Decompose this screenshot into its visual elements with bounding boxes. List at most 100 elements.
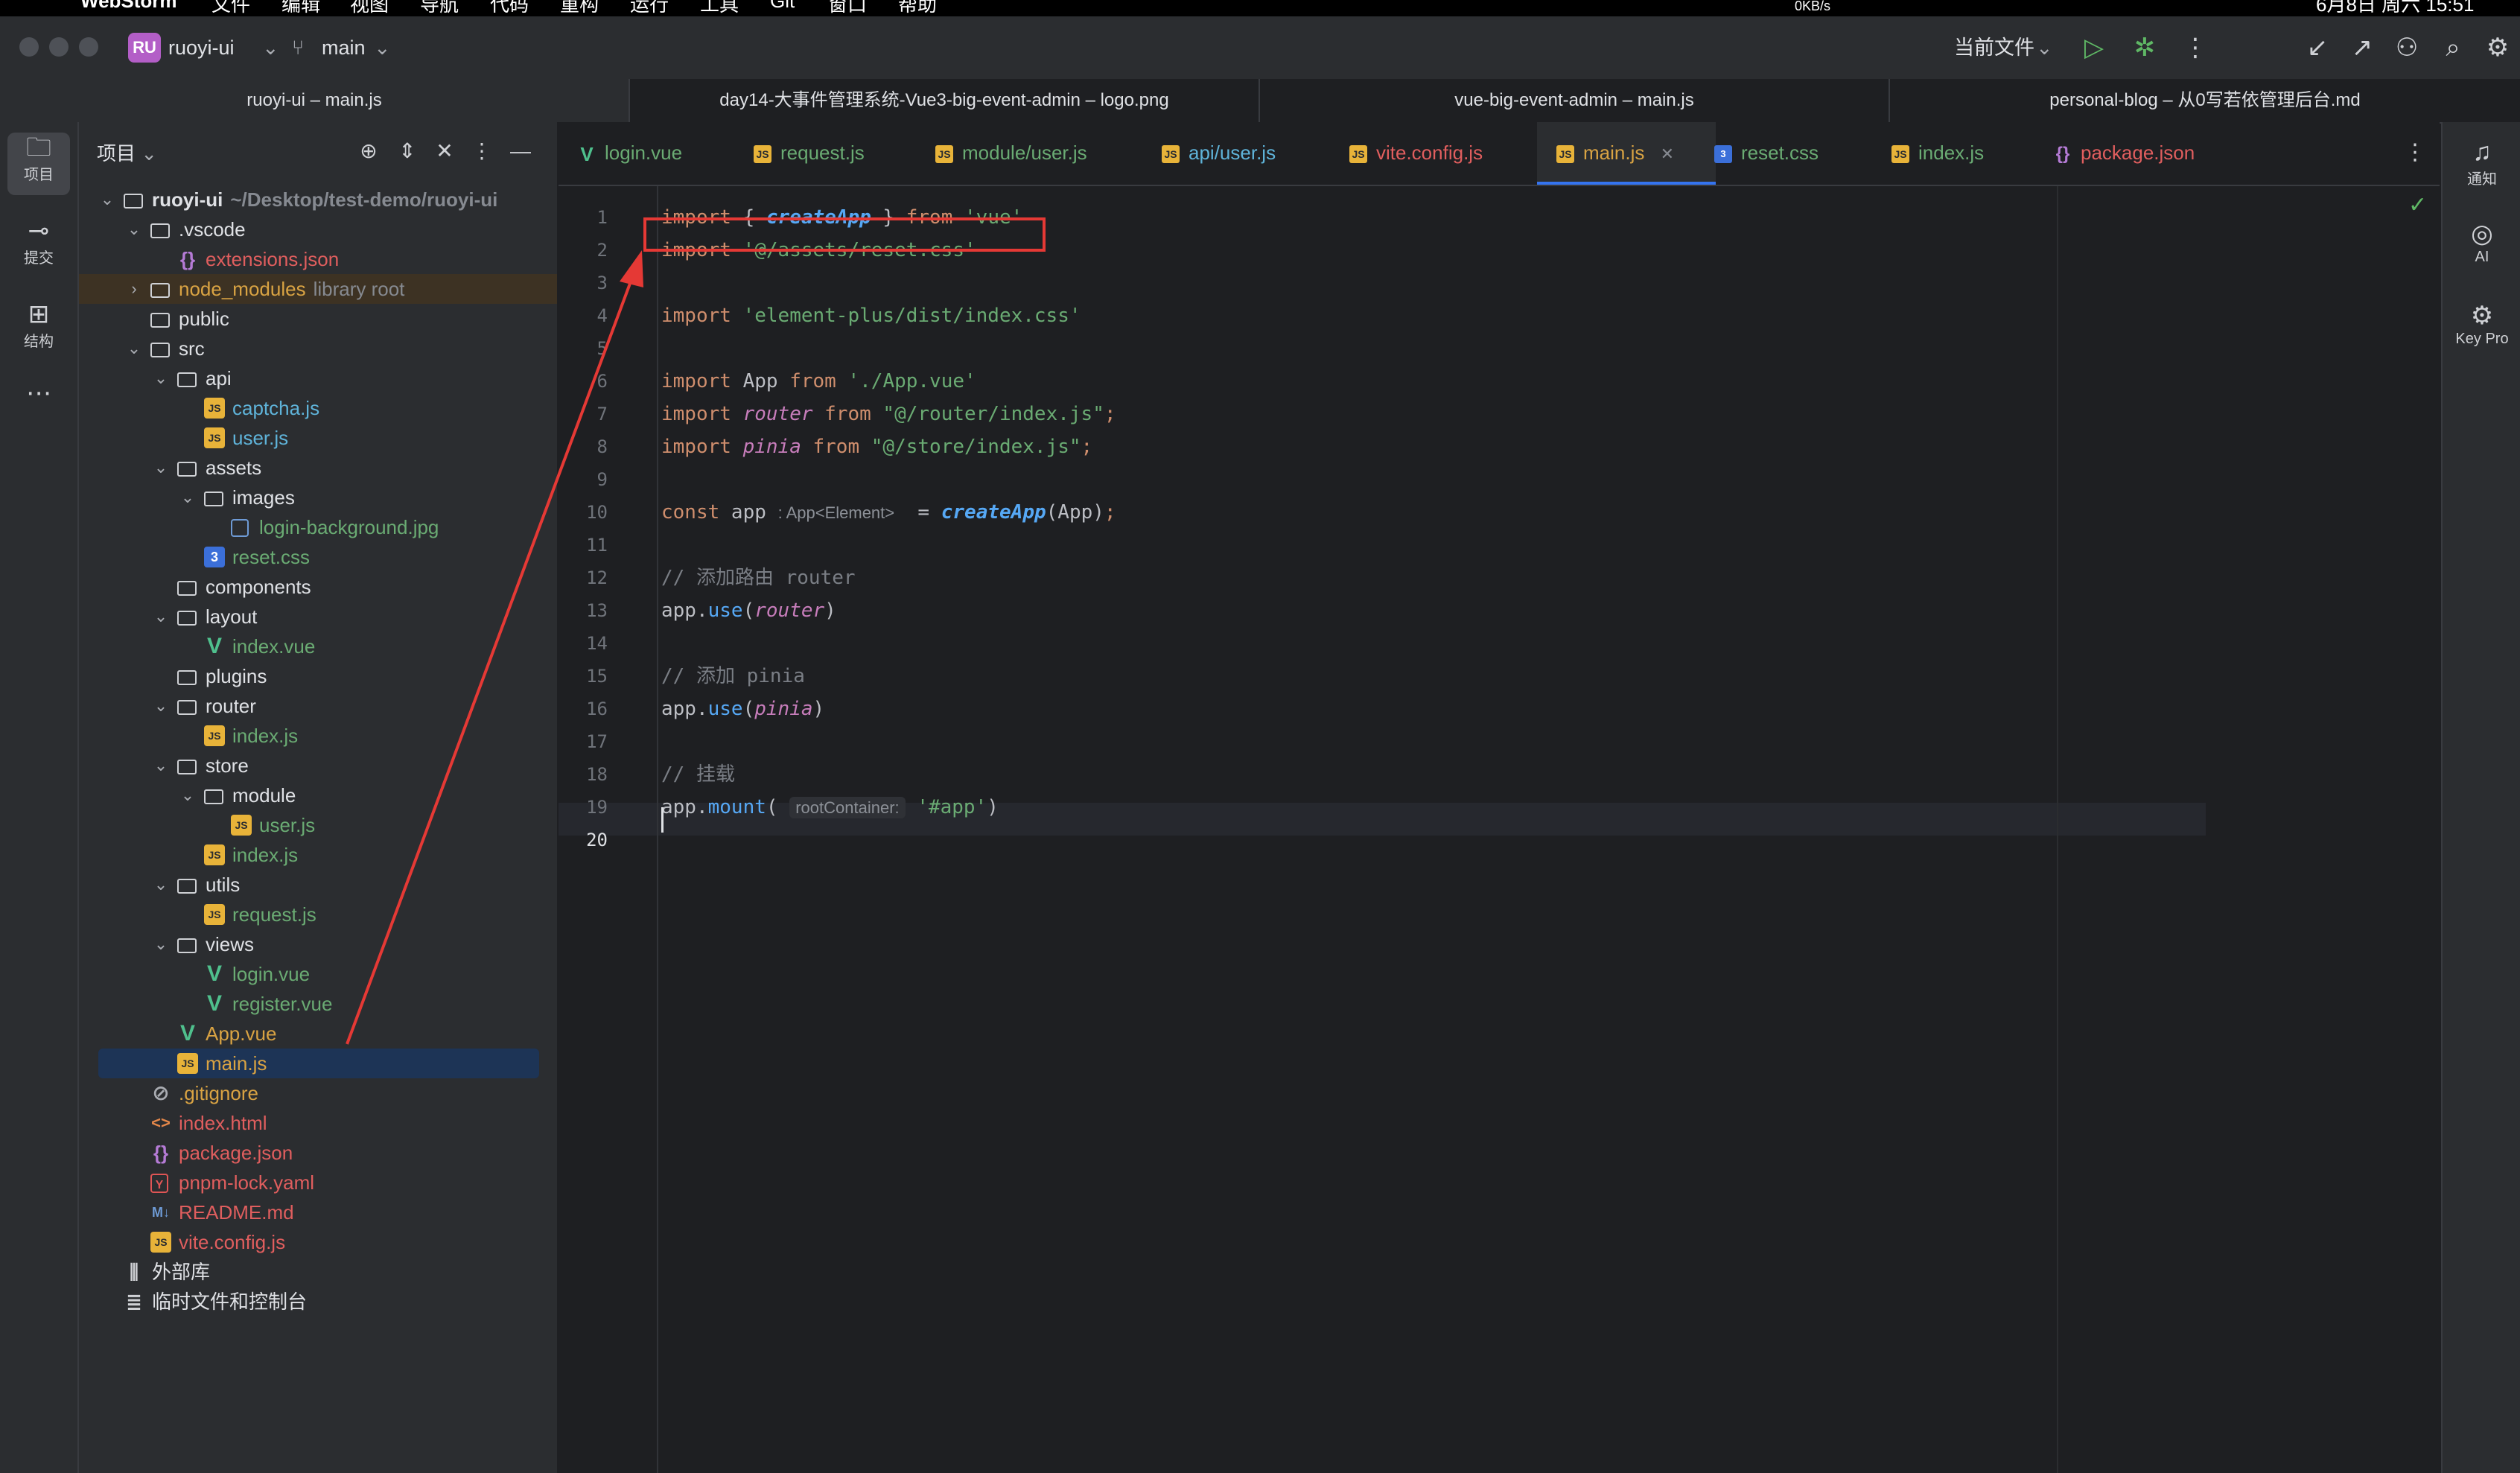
tree-file-row[interactable]: public [79,304,557,334]
tree-folder-row[interactable]: ⌄ router [79,691,557,721]
line-number[interactable]: 13 [559,594,608,627]
zoom-window-button[interactable] [79,37,98,57]
tree-folder-row[interactable]: › node_modules library root [79,274,557,304]
menu-navigate[interactable]: 导航 [420,0,459,16]
chevron-down-icon[interactable]: ⌄ [152,602,170,631]
editor-tab-api-user-js[interactable]: JS api/user.js [1162,122,1276,185]
tree-file-row[interactable]: plugins [79,661,557,691]
line-number-gutter[interactable]: 1 2 3 4 5 6 7 8 9 10 11 12 13 14 15 16 17 18 19 20 [559,186,658,1473]
chevron-down-icon[interactable]: ⌄ [152,363,170,393]
menu-file[interactable]: 文件 [211,0,250,16]
tree-folder-row[interactable]: ⌄ module [79,780,557,810]
chevron-down-icon[interactable]: ⌄ [152,453,170,483]
line-number[interactable]: 8 [559,430,608,463]
line-number[interactable]: 5 [559,332,608,365]
tree-file-row[interactable]: 3 reset.css [79,542,557,572]
tree-folder-row[interactable]: ⌄ ruoyi-ui ~/Desktop/test-demo/ruoyi-ui [79,185,557,214]
line-number[interactable]: 2 [559,234,608,267]
window-tab-personal-blog[interactable]: personal-blog – 从0写若依管理后台.md [1890,79,2520,122]
menu-tools[interactable]: 工具 [700,0,739,16]
tree-file-row[interactable]: JS request.js [79,900,557,929]
run-icon[interactable]: ▷ [2079,33,2109,63]
menu-app-name[interactable]: WebStorm [80,0,177,13]
tree-file-row[interactable]: ⊘ .gitignore [79,1078,557,1108]
no-problems-check-icon[interactable]: ✓ [2408,192,2427,218]
line-number[interactable]: 10 [559,496,608,529]
code-line-18[interactable]: // 挂载 [661,758,735,791]
run-config-selector[interactable]: 当前文件 [1954,34,2034,61]
tree-folder-row[interactable]: ⌄ src [79,334,557,363]
line-number[interactable]: 4 [559,299,608,332]
debug-icon[interactable]: ✲ [2130,33,2160,63]
tree-file-row[interactable]: JS user.js [79,423,557,453]
minimize-window-button[interactable] [49,37,69,57]
tree-file-row[interactable]: Vregister.vue [79,989,557,1019]
tree-file-row[interactable]: ⫼ 外部库 [79,1257,557,1287]
menu-window[interactable]: 窗口 [828,0,867,16]
tree-file-row[interactable]: JS vite.config.js [79,1227,557,1257]
editor-tab-package-json[interactable]: {} package.json [2054,122,2195,185]
code-line-10[interactable]: const app : App<Element> = createApp(App… [661,496,1116,529]
tree-file-row[interactable]: JS user.js [79,810,557,840]
menu-code[interactable]: 代码 [490,0,529,16]
code-editor[interactable]: 1 2 3 4 5 6 7 8 9 10 11 12 13 14 15 16 17 18 19 20 ✓ import… [559,186,2440,1473]
line-number[interactable]: 11 [559,529,608,561]
chevron-down-icon[interactable]: ⌄ [152,751,170,780]
menu-clock[interactable]: 6月8日 周六 15:51 [2316,0,2474,16]
notifications-button[interactable]: ♫ 通知 [2443,137,2520,188]
search-icon[interactable]: ⌕ [2438,33,2468,63]
line-number[interactable]: 3 [559,267,608,299]
close-tab-icon[interactable]: ✕ [1661,144,1674,163]
chevron-down-icon[interactable]: ⌄ [152,691,170,721]
code-line-4[interactable]: import 'element-plus/dist/index.css' [661,299,1081,332]
code-line-13[interactable]: app.use(router) [661,594,836,627]
project-switcher[interactable]: ruoyi-ui [168,34,235,61]
line-number[interactable]: 6 [559,365,608,398]
tree-file-row[interactable]: Vlogin.vue [79,959,557,989]
tree-file-row[interactable]: JS main.js [79,1049,557,1078]
code-line-12[interactable]: // 添加路由 router [661,561,856,594]
project-badge[interactable]: RU [128,33,161,63]
code-line-15[interactable]: // 添加 pinia [661,660,805,693]
editor-tab-vite-config-js[interactable]: JS vite.config.js [1349,122,1483,185]
tree-file-row[interactable]: ≣ 临时文件和控制台 [79,1287,557,1317]
window-tab-ruoyi-ui[interactable]: ruoyi-ui – main.js [0,79,630,122]
menu-help[interactable]: 帮助 [898,0,937,16]
tree-folder-row[interactable]: ⌄ .vscode [79,214,557,244]
key-promoter-button[interactable]: ⚙ Key Pro [2443,301,2520,348]
update-project-icon[interactable]: ↙ [2303,33,2332,63]
window-tab-vue-big-event-admin[interactable]: vue-big-event-admin – main.js [1260,79,1890,122]
tree-folder-row[interactable]: ⌄ views [79,929,557,959]
tree-file-row[interactable]: login-background.jpg [79,512,557,542]
tree-file-row[interactable]: V App.vue [79,1019,557,1049]
tool-more-button[interactable]: ⋯ [7,378,70,416]
line-number[interactable]: 20 [559,824,608,856]
tree-folder-row[interactable]: ⌄ layout [79,602,557,631]
chevron-down-icon[interactable]: ⌄ [152,929,170,959]
tree-file-row[interactable]: components [79,572,557,602]
editor-tab-module-user-js[interactable]: JS module/user.js [935,122,1087,185]
settings-gear-icon[interactable]: ⚙ [2483,33,2513,63]
line-number[interactable]: 15 [559,660,608,693]
chevron-down-icon[interactable]: ⌄ [125,334,143,363]
tree-file-row[interactable]: {} extensions.json [79,244,557,274]
code-line-19[interactable]: app.mount( rootContainer: '#app') [661,791,999,824]
tree-folder-row[interactable]: ⌄ images [79,483,557,512]
editor-tab-request-js[interactable]: JS request.js [754,122,865,185]
line-number[interactable]: 17 [559,725,608,758]
line-number[interactable]: 12 [559,561,608,594]
menu-view[interactable]: 视图 [350,0,389,16]
editor-tab-login-vue[interactable]: Vlogin.vue [578,122,682,185]
code-line-16[interactable]: app.use(pinia) [661,693,824,725]
line-number[interactable]: 1 [559,201,608,234]
tree-folder-row[interactable]: ⌄ assets [79,453,557,483]
tool-commit-button[interactable]: ⊸ 提交 [7,216,70,279]
tree-file-row[interactable]: M↓ README.md [79,1197,557,1227]
tree-file-row[interactable]: JS captcha.js [79,393,557,423]
window-tab-day14[interactable]: day14-大事件管理系统-Vue3-big-event-admin – log… [630,79,1260,122]
menu-refactor[interactable]: 重构 [560,0,599,16]
menu-edit[interactable]: 编辑 [281,0,320,16]
code-line-7[interactable]: import router from "@/router/index.js"; [661,398,1116,430]
editor-tab-reset-css[interactable]: 3 reset.css [1714,122,1819,185]
line-number[interactable]: 16 [559,693,608,725]
